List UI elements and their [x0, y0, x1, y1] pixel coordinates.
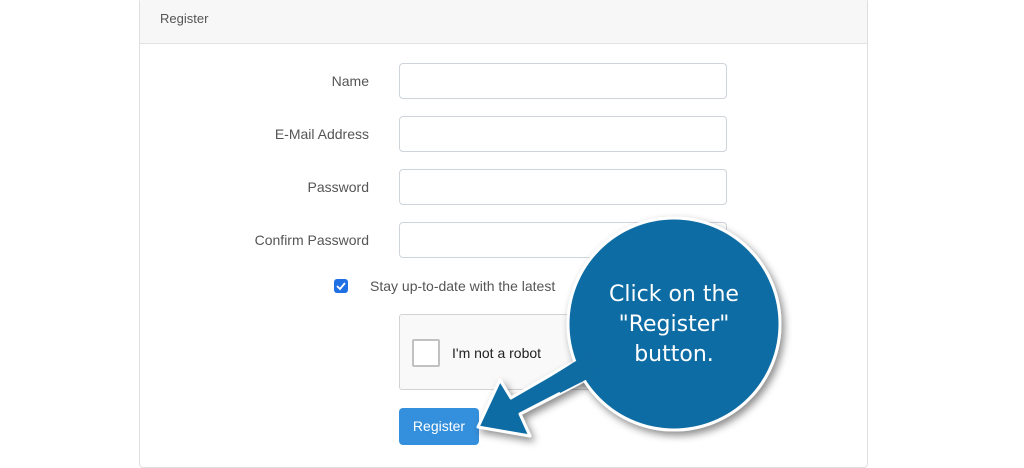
name-label: Name — [331, 73, 369, 89]
name-input[interactable] — [399, 63, 727, 99]
register-button[interactable]: Register — [399, 408, 479, 445]
callout-line-1: Click on the — [609, 282, 739, 307]
check-icon — [336, 282, 346, 291]
newsletter-label: Stay up-to-date with the latest — [370, 278, 556, 294]
callout-line-2: "Register" — [618, 312, 730, 337]
card-title: Register — [160, 11, 209, 26]
email-input[interactable] — [399, 116, 727, 152]
confirm-password-label: Confirm Password — [254, 232, 369, 248]
password-label: Password — [307, 179, 369, 195]
password-input[interactable] — [399, 169, 727, 205]
recaptcha-label: I'm not a robot — [452, 345, 542, 361]
email-label: E-Mail Address — [274, 126, 369, 142]
recaptcha-checkbox[interactable] — [412, 339, 440, 367]
card-header: Register — [140, 0, 867, 44]
confirm-password-input[interactable] — [399, 222, 727, 258]
newsletter-checkbox[interactable] — [334, 279, 348, 293]
callout-line-3: button. — [634, 342, 714, 367]
callout-text: Click on the "Register" button. — [586, 280, 762, 370]
